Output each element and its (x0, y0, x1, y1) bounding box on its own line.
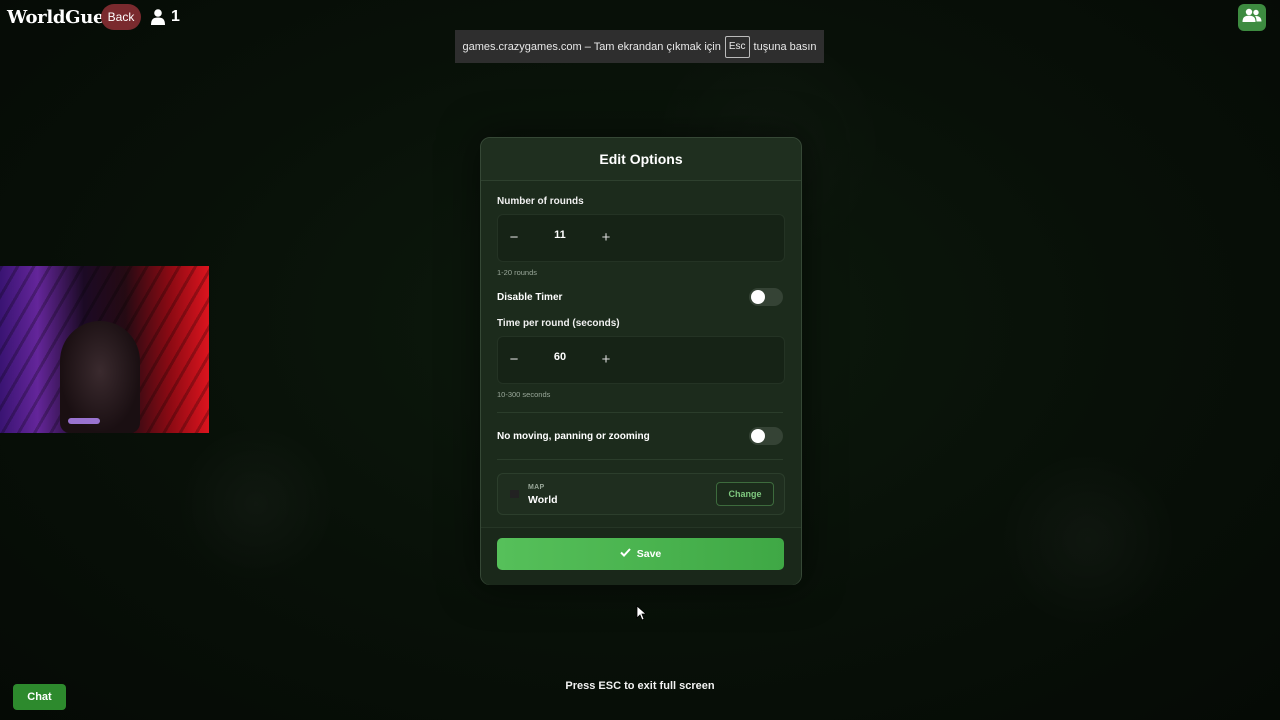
change-map-button[interactable]: Change (716, 482, 774, 506)
rounds-label: Number of rounds (497, 196, 584, 207)
player-count: 1 (151, 8, 180, 26)
divider (497, 459, 783, 460)
check-icon (620, 548, 631, 560)
disable-timer-row: Disable Timer (497, 287, 783, 307)
time-increment-button[interactable]: + (594, 347, 618, 371)
disable-timer-label: Disable Timer (497, 291, 563, 303)
map-icon (510, 490, 519, 498)
rounds-decrement-button[interactable]: − (502, 225, 526, 249)
edit-options-dialog: Edit Options Number of rounds − 11 + 1-2… (480, 137, 802, 585)
divider (497, 412, 783, 413)
fullscreen-notice: games.crazygames.com – Tam ekrandan çıkm… (455, 30, 824, 63)
fullscreen-notice-suffix: tuşuna basın (753, 40, 817, 53)
time-stepper: − 60 + (497, 336, 785, 384)
no-move-toggle[interactable] (749, 427, 783, 445)
dialog-title: Edit Options (481, 138, 801, 181)
users-icon (1242, 8, 1262, 27)
toggle-knob (751, 290, 765, 304)
rounds-value[interactable]: 11 (538, 229, 582, 241)
map-label: MAP (528, 484, 545, 491)
map-selector: MAP World Change (497, 473, 785, 515)
mouse-cursor-icon (636, 605, 648, 626)
back-button[interactable]: Back (101, 4, 141, 30)
user-icon (151, 9, 165, 25)
time-hint: 10-300 seconds (497, 390, 551, 399)
webcam-feed (0, 266, 209, 433)
save-button[interactable]: Save (497, 538, 784, 570)
friends-button[interactable] (1238, 4, 1266, 31)
webcam-light (68, 418, 100, 424)
rounds-hint: 1-20 rounds (497, 268, 538, 277)
toggle-knob (751, 429, 765, 443)
time-label: Time per round (seconds) (497, 318, 620, 329)
time-decrement-button[interactable]: − (502, 347, 526, 371)
esc-key: Esc (724, 35, 750, 58)
disable-timer-toggle[interactable] (749, 288, 783, 306)
player-count-value: 1 (171, 8, 180, 25)
exit-fullscreen-hint: Press ESC to exit full screen (565, 680, 715, 692)
time-value[interactable]: 60 (538, 351, 582, 363)
map-name: World (528, 494, 558, 506)
no-move-row: No moving, panning or zooming (497, 426, 783, 446)
fullscreen-notice-text: games.crazygames.com – Tam ekrandan çıkm… (462, 40, 721, 53)
no-move-label: No moving, panning or zooming (497, 430, 650, 442)
rounds-increment-button[interactable]: + (594, 225, 618, 249)
save-label: Save (636, 548, 662, 560)
webcam-person (60, 321, 140, 433)
rounds-stepper: − 11 + (497, 214, 785, 262)
